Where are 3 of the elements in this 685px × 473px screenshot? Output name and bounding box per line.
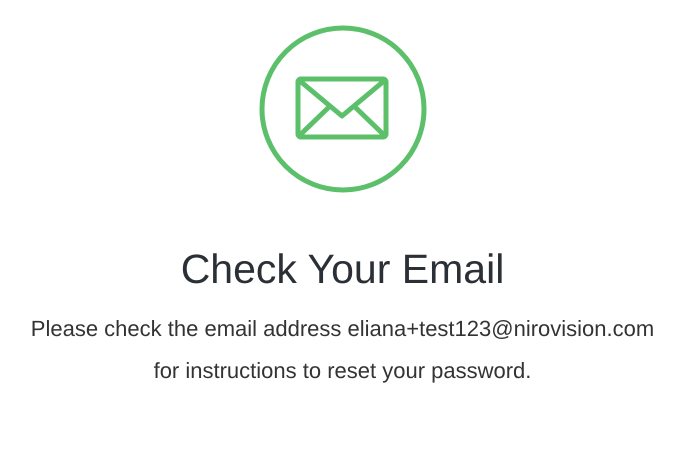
page-heading: Check Your Email — [180, 245, 504, 294]
instructions-text: Please check the email address eliana+test123@nirovision.com for instructions to reset your password. — [30, 315, 656, 386]
envelope-icon — [258, 25, 426, 193]
